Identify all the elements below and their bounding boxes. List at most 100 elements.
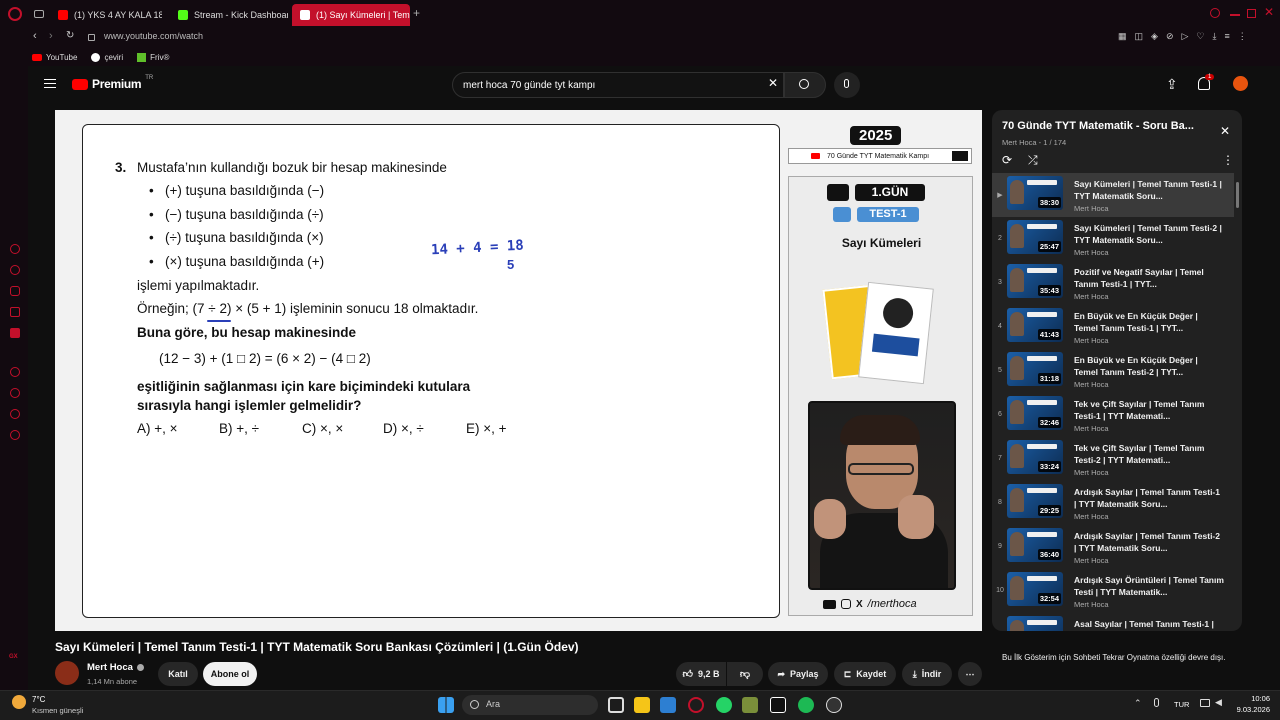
player-icon[interactable] [10,367,20,377]
tab-current[interactable]: (1) Sayı Kümeleri | Temel T [292,4,410,26]
easy-setup-icon[interactable]: ≡ [1224,31,1229,42]
channel-avatar[interactable] [55,661,79,685]
history-icon[interactable] [10,388,20,398]
task-view-icon[interactable] [608,697,624,713]
join-button[interactable]: Katıl [158,662,198,686]
clear-search-icon[interactable]: ✕ [768,76,778,90]
aria-icon[interactable] [10,244,20,254]
new-tab-plus-icon[interactable]: + [413,6,420,20]
tab-yks[interactable]: (1) YKS 4 AY KALA 18 GÜN [50,4,162,26]
forward-icon[interactable]: › [49,30,53,42]
reload-icon[interactable]: ↻ [66,30,74,41]
download-icon[interactable]: ⤓ [1213,31,1217,42]
minecraft-icon[interactable] [742,697,758,713]
pinboard-icon[interactable] [10,409,20,419]
playlist-item[interactable]: ▶ 38:30 Sayı Kümeleri | Temel Tanım Testi-… [992,173,1234,217]
playlist-item[interactable]: 6 32:46 Tek ve Çift Sayılar | Temel Tanım … [992,393,1234,437]
loop-icon[interactable]: ⟳ [1002,153,1012,167]
video-thumbnail[interactable]: 38:30 [1007,176,1063,210]
opera-gx-icon[interactable] [688,697,704,713]
settings-icon[interactable] [10,430,20,440]
language-indicator[interactable]: TUR [1174,700,1189,709]
play-icon[interactable]: ▷ [1182,31,1189,42]
playlist-item[interactable]: 3 35:43 Pozitif ve Negatif Sayılar | Temel… [992,261,1234,305]
playlist-more-icon[interactable]: ⋮ [1222,153,1234,167]
windows-start-icon[interactable] [438,697,454,713]
save-button[interactable]: ⊏ Kaydet [834,662,896,686]
file-explorer-icon[interactable] [634,697,650,713]
extensions-icon[interactable]: ▦ [1118,31,1127,42]
more-actions-button[interactable]: ⋯ [958,662,982,686]
video-thumbnail[interactable]: 25:47 [1007,220,1063,254]
network-icon[interactable] [1200,699,1210,707]
heart-icon[interactable]: ♡ [1196,31,1204,42]
upload-icon[interactable]: ⇪ [1166,76,1178,93]
playlist-item[interactable]: 10 32:54 Ardışık Sayı Örüntüleri | Temel T… [992,569,1234,613]
twitch-icon[interactable] [10,328,20,338]
playlist-item[interactable]: 4 41:43 En Büyük ve En Küçük Değer | Temel… [992,305,1234,349]
obs-icon[interactable] [826,697,842,713]
volume-icon[interactable]: ◀︎ [1215,697,1222,708]
tray-chevron-icon[interactable]: ⌃ [1134,698,1142,709]
playlist-item-title[interactable]: Sayı Kümeleri | Temel Tanım Testi-1 | TY… [1074,178,1224,202]
messenger-icon[interactable] [10,265,20,275]
weather-icon[interactable] [12,695,26,709]
clock-time[interactable]: 10:06 [1238,694,1270,703]
video-thumbnail[interactable]: 31:18 [1007,352,1063,386]
bookmark-youtube[interactable]: YouTube [32,53,77,62]
tab-search-icon[interactable] [1210,8,1220,18]
playlist-item-title[interactable]: Ardışık Sayılar | Temel Tanım Testi-2 | … [1074,530,1224,554]
mic-tray-icon[interactable] [1154,698,1159,707]
playlist-title[interactable]: 70 Günde TYT Matematik - Soru Ba... [1002,120,1194,132]
like-button[interactable]: 👍︎ 9,2 B [676,662,726,686]
spotify-icon[interactable] [798,697,814,713]
channel-name[interactable]: Mert Hoca [87,662,133,673]
playlist-item-title[interactable]: En Büyük ve En Küçük Değer | Temel Tanım… [1074,310,1224,334]
hamburger-menu-icon[interactable] [44,79,56,88]
playlist-item[interactable]: 1130:12Asal Sayılar | Temel Tanım Testi-… [992,613,1234,631]
voice-search-button[interactable] [834,72,860,98]
playlist-item-title[interactable]: Ardışık Sayı Örüntüleri | Temel Tanım Te… [1074,574,1224,598]
opera-logo-icon[interactable] [8,7,22,21]
playlist-item[interactable]: 7 33:24 Tek ve Çift Sayılar | Temel Tanım … [992,437,1234,481]
taskbar-search[interactable]: Ara [462,695,598,715]
close-window-icon[interactable]: ✕ [1264,5,1274,19]
account-avatar[interactable] [1233,76,1248,91]
bookmark-friv[interactable]: Friv® [137,52,169,62]
dislike-button[interactable]: 👎︎ [727,662,763,686]
whatsapp-icon[interactable] [716,697,732,713]
youtube-logo[interactable]: Premium TR [72,75,153,91]
subscribe-button[interactable]: Abone ol [203,662,257,686]
download-button[interactable]: ⤓ İndir [902,662,952,686]
vpn-icon[interactable]: ◈ [1151,31,1158,42]
playlist-item-title[interactable]: Tek ve Çift Sayılar | Temel Tanım Testi-… [1074,442,1224,466]
playlist-item[interactable]: 2 25:47 Sayı Kümeleri | Temel Tanım Testi-… [992,217,1234,261]
menu-icon[interactable]: ⋮ [1238,31,1247,42]
music-icon[interactable] [10,307,20,317]
playlist-item[interactable]: 8 29:25 Ardışık Sayılar | Temel Tanım Test… [992,481,1234,525]
playlist-item-title[interactable]: Tek ve Çift Sayılar | Temel Tanım Testi-… [1074,398,1224,422]
vscode-icon[interactable] [660,697,676,713]
playlist-item-title[interactable]: Ardışık Sayılar | Temel Tanım Testi-1 | … [1074,486,1224,510]
capcut-icon[interactable] [770,697,786,713]
video-thumbnail[interactable]: 35:43 [1007,264,1063,298]
instagram-icon[interactable] [10,286,20,296]
playlist-item-title[interactable]: Asal Sayılar | Temel Tanım Testi-1 | TYT… [1074,618,1224,631]
clock-date[interactable]: 9.03.2026 [1228,705,1270,714]
tab-kick[interactable]: Stream - Kick Dashboard [170,4,288,26]
playlist-item-title[interactable]: Sayı Kümeleri | Temel Tanım Testi-2 | TY… [1074,222,1224,246]
video-thumbnail[interactable]: 29:25 [1007,484,1063,518]
maximize-icon[interactable] [1247,9,1256,18]
search-button[interactable] [784,72,826,98]
minimize-icon[interactable] [1230,14,1240,16]
video-thumbnail[interactable]: 41:43 [1007,308,1063,342]
playlist-item-title[interactable]: En Büyük ve En Küçük Değer | Temel Tanım… [1074,354,1224,378]
close-playlist-icon[interactable]: ✕ [1220,124,1230,138]
playlist-item-title[interactable]: Pozitif ve Negatif Sayılar | Temel Tanım… [1074,266,1224,290]
playlist-item[interactable]: 5 31:18 En Büyük ve En Küçük Değer | Temel… [992,349,1234,393]
share-button[interactable]: ➦ Paylaş [768,662,828,686]
video-thumbnail[interactable]: 30:12 [1007,616,1063,631]
snapshot-icon[interactable]: ◫ [1135,31,1144,42]
search-input[interactable]: mert hoca 70 günde tyt kampı [452,72,784,98]
shuffle-icon[interactable]: ⤮ [1028,153,1038,168]
